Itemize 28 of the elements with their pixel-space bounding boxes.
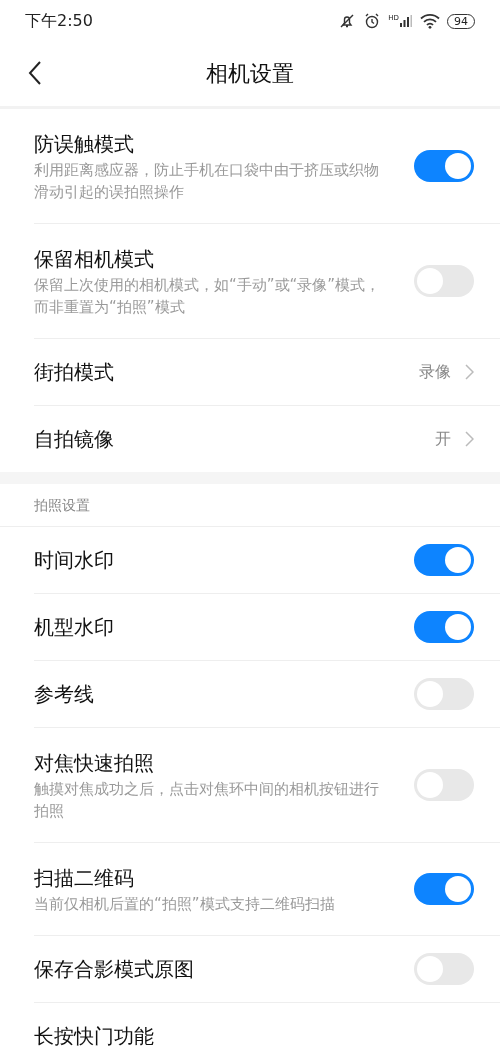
- toggle-switch[interactable]: [414, 873, 474, 905]
- signal-icon: [399, 14, 413, 28]
- setting-description: 保留上次使用的相机模式，如“手动”或“录像”模式，而非重置为“拍照”模式: [34, 275, 382, 318]
- setting-description: 触摸对焦成功之后，点击对焦环中间的相机按钮进行拍照: [34, 779, 380, 822]
- setting-title: 长按快门功能: [34, 1023, 155, 1050]
- setting-title: 自拍镜像: [34, 426, 115, 453]
- toggle-switch[interactable]: [414, 544, 474, 576]
- wifi-icon: [420, 13, 440, 29]
- chevron-icon: [465, 364, 474, 380]
- chevron-icon: [465, 431, 474, 447]
- status-time: 下午2:50: [25, 10, 93, 32]
- setting-value: 开: [435, 428, 451, 450]
- setting-title: 扫描二维码: [34, 865, 135, 892]
- setting-description: 利用距离感应器，防止手机在口袋中由于挤压或织物滑动引起的误拍照操作: [34, 160, 380, 203]
- setting-title: 防误触模式: [34, 131, 135, 158]
- setting-title: 保留相机模式: [34, 246, 155, 273]
- toggle-switch[interactable]: [414, 611, 474, 643]
- toggle-switch[interactable]: [414, 150, 474, 182]
- setting-description: 当前仅相机后置的“拍照”模式支持二维码扫描: [34, 894, 336, 915]
- setting-title: 对焦快速拍照: [34, 750, 155, 777]
- page-title: 相机设置: [206, 60, 294, 88]
- setting-title: 参考线: [34, 681, 95, 708]
- setting-title: 机型水印: [34, 614, 115, 641]
- setting-title: 街拍模式: [34, 359, 115, 386]
- setting-title: 保存合影模式原图: [34, 956, 195, 983]
- setting-value: 录像: [419, 361, 451, 383]
- setting-title: 时间水印: [34, 547, 115, 574]
- section-heading: 拍照设置: [0, 484, 500, 527]
